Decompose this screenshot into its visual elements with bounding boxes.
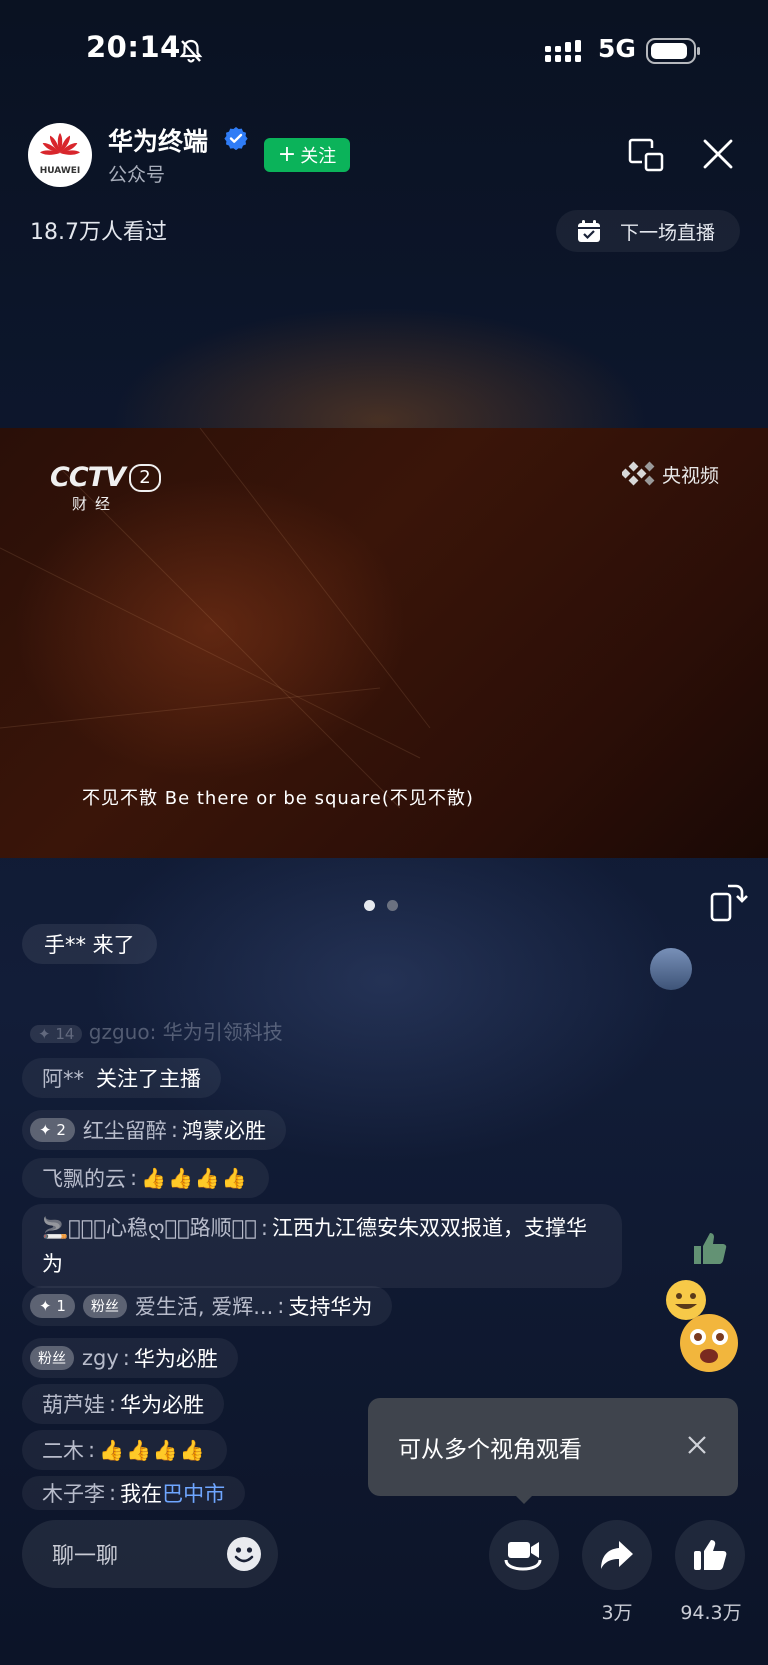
emoji-picker-icon[interactable]: [226, 1536, 262, 1572]
picture-in-picture-icon[interactable]: [626, 136, 666, 176]
mute-bell-icon: [179, 39, 203, 63]
signal-icon: [545, 40, 581, 62]
follow-label: 关注: [300, 146, 337, 167]
message-text: 鸿蒙必胜: [181, 1119, 266, 1143]
chat-message: 🚬꙰⃟ⓔ心稳ღ꙰⃟路顺꙰⃟: 江西九江德安朱双双报道，支撑华为: [22, 1204, 622, 1288]
level-badge: ✦ 1: [30, 1294, 75, 1318]
tooltip-arrow: [514, 1494, 534, 1504]
channel-name[interactable]: 华为终端: [108, 122, 208, 158]
thumbs-up-emoji-icon: 👍👍👍👍: [141, 1166, 249, 1190]
message-nick[interactable]: 葫芦娃: [42, 1389, 105, 1419]
level-badge: ✦ 2: [30, 1118, 75, 1142]
live-video-player[interactable]: CCTV 2 财经 央视频 不见不散 Be there or be square(…: [0, 428, 768, 858]
watermark: 央视频: [622, 460, 719, 488]
message-text: 支持华为: [288, 1295, 373, 1319]
cctv-logo-text: CCTV: [50, 462, 126, 493]
channel-type: 公众号: [108, 164, 166, 186]
chat-message: 木子李: 我在 巴中市: [22, 1476, 246, 1510]
plus-icon: +: [277, 142, 297, 167]
share-count: 3万: [601, 1602, 633, 1624]
channel-avatar[interactable]: HUAWEI: [28, 123, 92, 187]
fan-badge: 粉丝: [82, 1294, 127, 1318]
viewer-count: 18.7万人看过: [30, 220, 167, 245]
follow-button[interactable]: + 关注: [264, 138, 350, 172]
message-text: 华为必胜: [120, 1393, 205, 1417]
yangshipin-logo-icon: [622, 461, 655, 486]
message-nick[interactable]: 木子李: [42, 1478, 105, 1508]
follow-notice: 阿** 关注了主播: [22, 1058, 221, 1098]
message-text: 关注了主播: [96, 1067, 201, 1091]
chat-input[interactable]: 聊一聊: [22, 1520, 278, 1588]
faded-level: 14: [55, 1025, 75, 1043]
multi-angle-button[interactable]: [489, 1520, 559, 1590]
multi-angle-tooltip: 可从多个视角观看: [368, 1398, 738, 1496]
message-nick[interactable]: zgy: [82, 1346, 119, 1370]
faded-nick: gzguo: [88, 1020, 150, 1044]
thumbs-up-icon: [694, 1540, 727, 1570]
fan-badge: 粉丝: [30, 1346, 74, 1370]
message-nick[interactable]: 爱生活, 爱辉...: [135, 1291, 273, 1321]
verified-badge-icon: [224, 127, 248, 150]
watermark-text: 央视频: [662, 464, 720, 487]
message-nick[interactable]: 🚬꙰⃟ⓔ心稳ღ꙰⃟路顺꙰⃟: [42, 1216, 257, 1240]
rotate-screen-icon[interactable]: [708, 882, 748, 922]
huawei-logo-icon: HUAWEI: [40, 133, 81, 176]
city-link[interactable]: 巴中市: [162, 1478, 225, 1508]
next-live-label: 下一场直播: [620, 221, 716, 244]
carousel-dot[interactable]: [364, 900, 375, 911]
share-icon: [601, 1541, 633, 1569]
video-subtitle: 不见不散 Be there or be square(不见不散): [82, 788, 474, 809]
channel-number: 2: [128, 464, 161, 492]
like-button[interactable]: [675, 1520, 745, 1590]
like-count: 94.3万: [680, 1602, 742, 1624]
avatar-text: HUAWEI: [40, 166, 81, 176]
next-live-button[interactable]: 下一场直播: [556, 210, 740, 252]
message-nick[interactable]: 二木: [42, 1435, 84, 1465]
camera-angle-icon: [504, 1542, 542, 1571]
carousel-dots: [364, 900, 398, 911]
chat-input-placeholder: 聊一聊: [52, 1544, 119, 1569]
chat-message: 葫芦娃: 华为必胜: [22, 1384, 225, 1424]
faded-text: 华为引领科技: [162, 1020, 283, 1044]
cctv-logo: CCTV 2 财经: [50, 462, 161, 514]
chat-message: ✦ 1 粉丝 爱生活, 爱辉...: 支持华为: [22, 1286, 393, 1326]
tooltip-close-icon[interactable]: [686, 1434, 708, 1456]
chat-message: 二木: 👍👍👍👍: [22, 1430, 227, 1470]
close-icon[interactable]: [700, 136, 736, 172]
message-text: 华为必胜: [133, 1347, 218, 1371]
channel-sub: 财经: [72, 495, 119, 513]
floating-like-icon: [694, 1233, 727, 1264]
chat-message: 飞飘的云: 👍👍👍👍: [22, 1158, 269, 1198]
join-notice: 手** 来了: [22, 924, 157, 964]
star-eyes-emoji-icon: [680, 1314, 738, 1372]
network-type: 5G: [598, 34, 636, 63]
message-nick[interactable]: 阿**: [42, 1063, 84, 1093]
message-nick[interactable]: 飞飘的云: [42, 1163, 126, 1193]
singer-image: [370, 856, 768, 858]
carousel-dot[interactable]: [387, 900, 398, 911]
chat-message: ✦ 2 红尘留醉: 鸿蒙必胜: [22, 1110, 286, 1150]
faded-chat-message: ✦ 14 gzguo: 华为引领科技: [30, 1016, 283, 1045]
share-button[interactable]: [582, 1520, 652, 1590]
message-nick[interactable]: 红尘留醉: [83, 1115, 167, 1145]
message-text: 我在: [120, 1482, 163, 1506]
thumbs-up-emoji-icon: 👍👍👍👍: [99, 1438, 207, 1462]
chat-message: 粉丝 zgy: 华为必胜: [22, 1338, 238, 1378]
calendar-icon: [578, 220, 600, 242]
status-time: 20:14: [86, 30, 181, 64]
battery-icon: [646, 38, 700, 64]
tooltip-text: 可从多个视角观看: [398, 1437, 582, 1463]
viewer-avatar[interactable]: [650, 948, 692, 990]
